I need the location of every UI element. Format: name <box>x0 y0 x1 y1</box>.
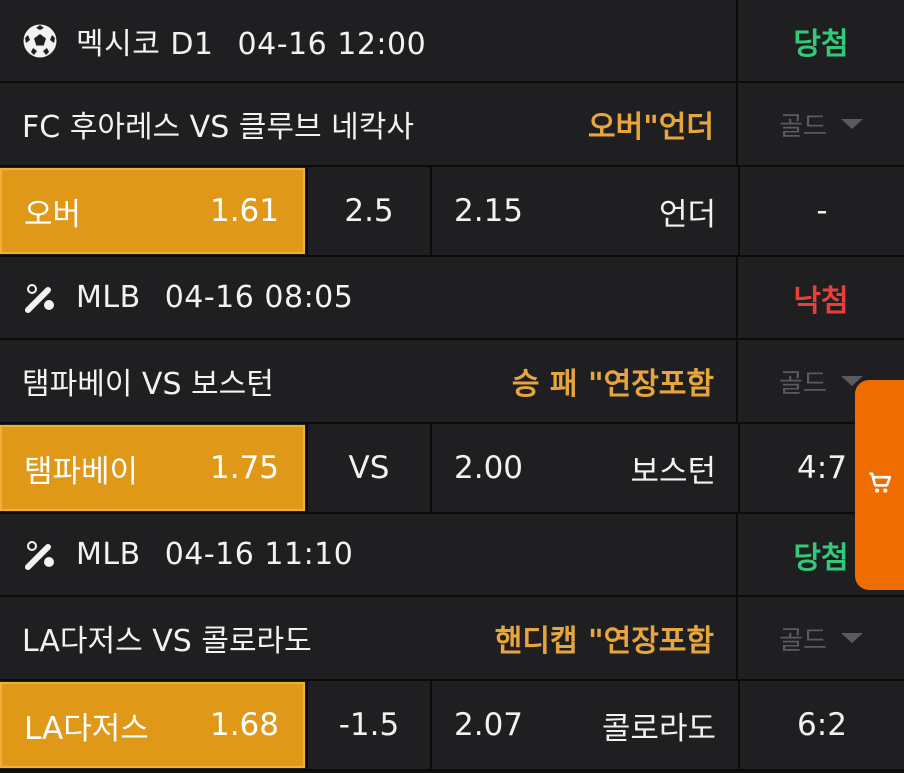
home-odds-button[interactable]: 오버 1.61 <box>0 168 305 254</box>
gold-label: 골드 <box>779 368 827 399</box>
score: 4:7 <box>797 450 847 486</box>
chevron-down-icon <box>840 633 863 643</box>
away-odds-button[interactable]: 2.07 콜로라도 <box>432 681 740 769</box>
teams-label: 탬파베이 VS 보스턴 <box>22 367 274 402</box>
home-odds: 1.61 <box>209 193 279 229</box>
away-label: 보스턴 <box>630 453 716 490</box>
match-row: FC 후아레스 VS 클루브 네칵사 오버"언더 골드 <box>0 83 904 167</box>
match-datetime: 04-16 12:00 <box>237 26 427 62</box>
soccer-ball-icon <box>22 23 58 59</box>
score: 6:2 <box>797 707 847 743</box>
middle-cell[interactable]: -1.5 <box>308 681 432 769</box>
league-name: 멕시코 D1 <box>76 26 214 62</box>
away-odds-button[interactable]: 2.00 보스턴 <box>432 424 740 512</box>
odds-row: 탬파베이 1.75 VS 2.00 보스턴 4:7 <box>0 424 904 514</box>
middle-cell[interactable]: VS <box>308 424 432 512</box>
match-row: LA다저스 VS 콜로라도 핸디캡 "연장포함 골드 <box>0 597 904 681</box>
bet-header: MLB 04-16 08:05 낙첨 <box>0 257 904 340</box>
away-label: 언더 <box>658 196 716 233</box>
away-odds-button[interactable]: 2.15 언더 <box>432 167 740 255</box>
league-name: MLB <box>76 280 141 315</box>
match-datetime: 04-16 08:05 <box>164 280 354 315</box>
middle-value: VS <box>348 450 390 486</box>
gold-label: 골드 <box>779 625 827 656</box>
teams-label: LA다저스 VS 콜로라도 <box>22 624 312 659</box>
result-badge: 낙첨 <box>793 283 849 319</box>
away-odds: 2.07 <box>454 707 524 743</box>
bet-card: 멕시코 D1 04-16 12:00 당첨 FC 후아레스 VS 클루브 네칵사 … <box>0 0 904 257</box>
gold-label: 골드 <box>779 111 827 142</box>
bet-card: MLB 04-16 11:10 당첨 LA다저스 VS 콜로라도 핸디캡 "연장포… <box>0 514 904 771</box>
away-odds: 2.00 <box>454 450 524 486</box>
result-badge: 당첨 <box>793 540 849 576</box>
away-odds: 2.15 <box>454 193 524 229</box>
chevron-down-icon <box>840 119 863 129</box>
home-label: LA다저스 <box>24 710 149 747</box>
baseball-bat-icon <box>22 280 58 316</box>
bet-header: MLB 04-16 11:10 당첨 <box>0 514 904 597</box>
gold-dropdown[interactable]: 골드 <box>779 363 863 400</box>
home-odds: 1.68 <box>209 707 279 743</box>
home-odds: 1.75 <box>209 450 279 486</box>
match-row: 탬파베이 VS 보스턴 승 패 "연장포함 골드 <box>0 340 904 424</box>
gold-dropdown[interactable]: 골드 <box>779 106 863 143</box>
league-name: MLB <box>76 537 141 572</box>
gold-dropdown[interactable]: 골드 <box>779 620 863 657</box>
odds-row: LA다저스 1.68 -1.5 2.07 콜로라도 6:2 <box>0 681 904 771</box>
middle-value: -1.5 <box>338 707 400 743</box>
bet-card: MLB 04-16 08:05 낙첨 탬파베이 VS 보스턴 승 패 "연장포함 … <box>0 257 904 514</box>
bet-type: 오버"언더 <box>587 110 714 145</box>
home-label: 오버 <box>24 196 82 233</box>
middle-value: 2.5 <box>344 193 394 229</box>
bet-type: 승 패 "연장포함 <box>511 367 714 402</box>
baseball-bat-icon <box>22 537 58 573</box>
cart-icon <box>866 469 894 501</box>
cart-tab-button[interactable] <box>855 380 904 590</box>
result-badge: 당첨 <box>793 26 849 62</box>
home-odds-button[interactable]: LA다저스 1.68 <box>0 682 305 768</box>
home-label: 탬파베이 <box>24 453 139 490</box>
score: - <box>816 193 828 229</box>
middle-cell[interactable]: 2.5 <box>308 167 432 255</box>
teams-label: FC 후아레스 VS 클루브 네칵사 <box>22 110 414 145</box>
away-label: 콜로라도 <box>601 710 716 747</box>
odds-row: 오버 1.61 2.5 2.15 언더 - <box>0 167 904 257</box>
bet-type: 핸디캡 "연장포함 <box>494 624 714 659</box>
home-odds-button[interactable]: 탬파베이 1.75 <box>0 425 305 511</box>
match-datetime: 04-16 11:10 <box>164 537 354 572</box>
bet-header: 멕시코 D1 04-16 12:00 당첨 <box>0 0 904 83</box>
